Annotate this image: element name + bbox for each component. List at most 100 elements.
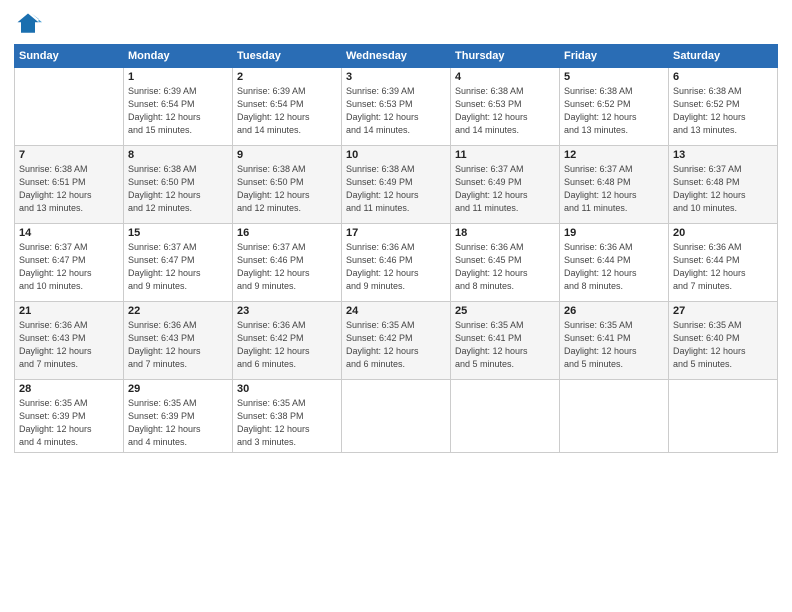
calendar-cell: 27Sunrise: 6:35 AM Sunset: 6:40 PM Dayli… <box>669 302 778 380</box>
calendar-cell: 8 Sunrise: 6:38 AM Sunset: 6:50 PM Daylig… <box>124 146 233 224</box>
day-info: Sunrise: 6:35 AM Sunset: 6:39 PM Dayligh… <box>128 397 228 449</box>
day-info: Sunrise: 6:36 AM Sunset: 6:44 PM Dayligh… <box>564 241 664 293</box>
calendar-cell <box>669 380 778 453</box>
calendar-day-header: Tuesday <box>233 45 342 68</box>
calendar-cell <box>560 380 669 453</box>
day-number: 25 <box>455 305 555 317</box>
day-number: 4 <box>455 71 555 83</box>
page: SundayMondayTuesdayWednesdayThursdayFrid… <box>0 0 792 612</box>
day-number: 26 <box>564 305 664 317</box>
day-number: 16 <box>237 227 337 239</box>
day-info: Sunrise: 6:35 AM Sunset: 6:41 PM Dayligh… <box>455 319 555 371</box>
calendar-cell: 3Sunrise: 6:39 AM Sunset: 6:53 PM Daylig… <box>342 68 451 146</box>
calendar-day-header: Friday <box>560 45 669 68</box>
day-info: Sunrise: 6:39 AM Sunset: 6:54 PM Dayligh… <box>128 85 228 137</box>
day-info: Sunrise: 6:39 AM Sunset: 6:54 PM Dayligh… <box>237 85 337 137</box>
calendar-cell: 2 Sunrise: 6:39 AM Sunset: 6:54 PM Daylig… <box>233 68 342 146</box>
calendar-cell <box>342 380 451 453</box>
calendar-table: SundayMondayTuesdayWednesdayThursdayFrid… <box>14 44 778 453</box>
calendar-cell: 16 Sunrise: 6:37 AM Sunset: 6:46 PM Dayli… <box>233 224 342 302</box>
calendar-cell: 10 Sunrise: 6:38 AM Sunset: 6:49 PM Dayli… <box>342 146 451 224</box>
calendar-header-row: SundayMondayTuesdayWednesdayThursdayFrid… <box>15 45 778 68</box>
day-info: Sunrise: 6:38 AM Sunset: 6:49 PM Dayligh… <box>346 163 446 215</box>
calendar-cell: 11 Sunrise: 6:37 AM Sunset: 6:49 PM Dayli… <box>451 146 560 224</box>
day-number: 9 <box>237 149 337 161</box>
day-number: 27 <box>673 305 773 317</box>
calendar-day-header: Saturday <box>669 45 778 68</box>
calendar-cell: 24Sunrise: 6:35 AM Sunset: 6:42 PM Dayli… <box>342 302 451 380</box>
calendar-cell: 7 Sunrise: 6:38 AM Sunset: 6:51 PM Daylig… <box>15 146 124 224</box>
day-info: Sunrise: 6:39 AM Sunset: 6:53 PM Dayligh… <box>346 85 446 137</box>
calendar-cell: 20Sunrise: 6:36 AM Sunset: 6:44 PM Dayli… <box>669 224 778 302</box>
day-number: 22 <box>128 305 228 317</box>
calendar-cell: 22 Sunrise: 6:36 AM Sunset: 6:43 PM Dayli… <box>124 302 233 380</box>
day-number: 20 <box>673 227 773 239</box>
calendar-day-header: Wednesday <box>342 45 451 68</box>
calendar-day-header: Monday <box>124 45 233 68</box>
day-number: 10 <box>346 149 446 161</box>
calendar-cell: 6Sunrise: 6:38 AM Sunset: 6:52 PM Daylig… <box>669 68 778 146</box>
calendar-cell: 1 Sunrise: 6:39 AM Sunset: 6:54 PM Daylig… <box>124 68 233 146</box>
calendar-cell: 17 Sunrise: 6:36 AM Sunset: 6:46 PM Dayli… <box>342 224 451 302</box>
logo <box>14 10 46 38</box>
calendar-cell: 26 Sunrise: 6:35 AM Sunset: 6:41 PM Dayli… <box>560 302 669 380</box>
calendar-day-header: Thursday <box>451 45 560 68</box>
calendar-cell: 9 Sunrise: 6:38 AM Sunset: 6:50 PM Daylig… <box>233 146 342 224</box>
calendar-cell: 25 Sunrise: 6:35 AM Sunset: 6:41 PM Dayli… <box>451 302 560 380</box>
day-info: Sunrise: 6:35 AM Sunset: 6:41 PM Dayligh… <box>564 319 664 371</box>
day-info: Sunrise: 6:37 AM Sunset: 6:46 PM Dayligh… <box>237 241 337 293</box>
calendar-cell: 18 Sunrise: 6:36 AM Sunset: 6:45 PM Dayli… <box>451 224 560 302</box>
calendar-cell: 23 Sunrise: 6:36 AM Sunset: 6:42 PM Dayli… <box>233 302 342 380</box>
calendar-cell: 12 Sunrise: 6:37 AM Sunset: 6:48 PM Dayli… <box>560 146 669 224</box>
day-number: 17 <box>346 227 446 239</box>
calendar-cell: 14 Sunrise: 6:37 AM Sunset: 6:47 PM Dayli… <box>15 224 124 302</box>
day-info: Sunrise: 6:37 AM Sunset: 6:48 PM Dayligh… <box>564 163 664 215</box>
day-info: Sunrise: 6:37 AM Sunset: 6:47 PM Dayligh… <box>128 241 228 293</box>
day-info: Sunrise: 6:38 AM Sunset: 6:52 PM Dayligh… <box>564 85 664 137</box>
day-number: 8 <box>128 149 228 161</box>
day-number: 13 <box>673 149 773 161</box>
calendar-cell: 30 Sunrise: 6:35 AM Sunset: 6:38 PM Dayli… <box>233 380 342 453</box>
day-number: 2 <box>237 71 337 83</box>
day-number: 14 <box>19 227 119 239</box>
day-number: 12 <box>564 149 664 161</box>
calendar-cell: 5 Sunrise: 6:38 AM Sunset: 6:52 PM Daylig… <box>560 68 669 146</box>
calendar-cell <box>451 380 560 453</box>
day-info: Sunrise: 6:38 AM Sunset: 6:50 PM Dayligh… <box>128 163 228 215</box>
calendar-cell: 28 Sunrise: 6:35 AM Sunset: 6:39 PM Dayli… <box>15 380 124 453</box>
day-info: Sunrise: 6:36 AM Sunset: 6:45 PM Dayligh… <box>455 241 555 293</box>
day-number: 28 <box>19 383 119 395</box>
day-number: 30 <box>237 383 337 395</box>
day-info: Sunrise: 6:37 AM Sunset: 6:49 PM Dayligh… <box>455 163 555 215</box>
calendar-cell: 29 Sunrise: 6:35 AM Sunset: 6:39 PM Dayli… <box>124 380 233 453</box>
day-info: Sunrise: 6:38 AM Sunset: 6:51 PM Dayligh… <box>19 163 119 215</box>
calendar-cell: 19 Sunrise: 6:36 AM Sunset: 6:44 PM Dayli… <box>560 224 669 302</box>
day-info: Sunrise: 6:36 AM Sunset: 6:43 PM Dayligh… <box>128 319 228 371</box>
day-info: Sunrise: 6:35 AM Sunset: 6:38 PM Dayligh… <box>237 397 337 449</box>
day-number: 5 <box>564 71 664 83</box>
day-number: 19 <box>564 227 664 239</box>
day-number: 15 <box>128 227 228 239</box>
day-info: Sunrise: 6:35 AM Sunset: 6:39 PM Dayligh… <box>19 397 119 449</box>
day-number: 21 <box>19 305 119 317</box>
day-info: Sunrise: 6:36 AM Sunset: 6:46 PM Dayligh… <box>346 241 446 293</box>
day-number: 1 <box>128 71 228 83</box>
calendar-cell: 13Sunrise: 6:37 AM Sunset: 6:48 PM Dayli… <box>669 146 778 224</box>
day-number: 29 <box>128 383 228 395</box>
calendar-cell: 15 Sunrise: 6:37 AM Sunset: 6:47 PM Dayli… <box>124 224 233 302</box>
calendar-day-header: Sunday <box>15 45 124 68</box>
day-number: 7 <box>19 149 119 161</box>
day-info: Sunrise: 6:38 AM Sunset: 6:50 PM Dayligh… <box>237 163 337 215</box>
day-number: 18 <box>455 227 555 239</box>
day-number: 6 <box>673 71 773 83</box>
logo-icon <box>14 10 42 38</box>
day-info: Sunrise: 6:35 AM Sunset: 6:42 PM Dayligh… <box>346 319 446 371</box>
day-info: Sunrise: 6:37 AM Sunset: 6:47 PM Dayligh… <box>19 241 119 293</box>
day-number: 23 <box>237 305 337 317</box>
header <box>14 10 778 38</box>
calendar-cell <box>15 68 124 146</box>
day-number: 11 <box>455 149 555 161</box>
day-info: Sunrise: 6:38 AM Sunset: 6:53 PM Dayligh… <box>455 85 555 137</box>
calendar-cell: 4 Sunrise: 6:38 AM Sunset: 6:53 PM Daylig… <box>451 68 560 146</box>
day-info: Sunrise: 6:36 AM Sunset: 6:42 PM Dayligh… <box>237 319 337 371</box>
